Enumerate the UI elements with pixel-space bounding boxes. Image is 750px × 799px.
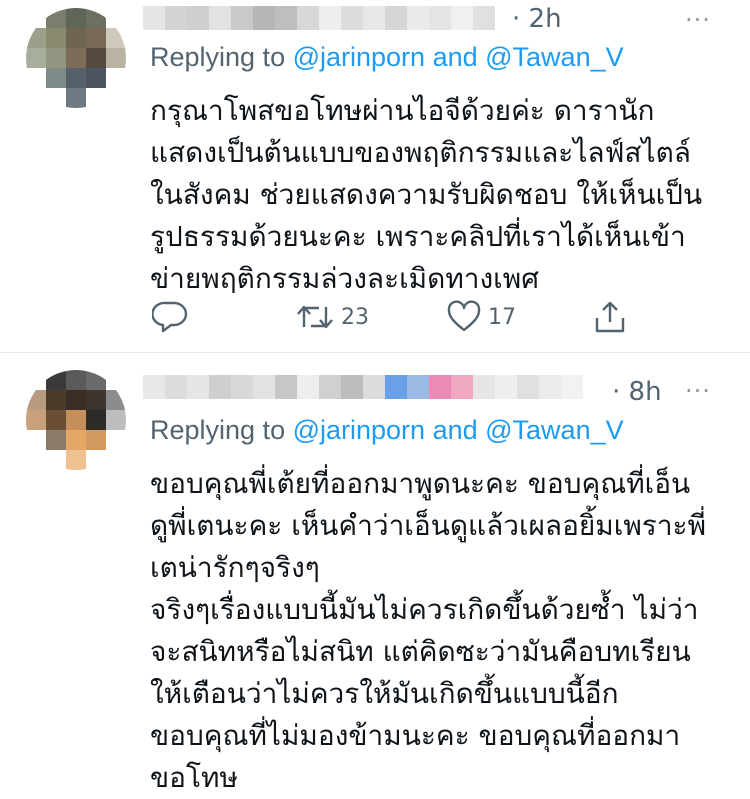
mention-joiner: and <box>425 415 486 445</box>
share-icon <box>595 301 625 333</box>
text-line: จริงๆเรื่องแบบนี้มันไม่ควรเกิดขึ้นด้วยซ้… <box>150 593 699 626</box>
share-button[interactable] <box>593 300 627 334</box>
timestamp[interactable]: · 8h <box>612 377 662 407</box>
tweet-reply[interactable]: · 8h ··· Replying to @jarinporn and @Taw… <box>0 353 750 795</box>
mention-joiner: and <box>425 42 486 72</box>
retweet-button[interactable]: 23 <box>295 300 369 334</box>
replying-prefix: Replying to <box>150 415 293 445</box>
tweet-text: กรุณาโพสขอโทษผ่านไอจีด้วยค่ะ ดารานัก แสด… <box>150 90 730 300</box>
text-line: รูปธรรมด้วยนะคะ เพราะคลิปที่เราได้เห็นเข… <box>150 220 686 253</box>
text-line: เตน่ารักๆจริงๆ <box>150 551 320 584</box>
tweet-actions: 23 17 <box>150 300 630 340</box>
display-name-blurred[interactable] <box>143 6 495 30</box>
text-line: ขอโทษ <box>150 761 238 794</box>
replying-to: Replying to @jarinporn and @Tawan_V <box>150 42 624 73</box>
timestamp[interactable]: · 2h <box>512 4 562 34</box>
mention-link[interactable]: @Tawan_V <box>485 415 623 445</box>
replying-prefix: Replying to <box>150 42 293 72</box>
text-line: ให้เตือนว่าไม่ควรให้มันเกิดขึ้นแบบนี้อีก <box>150 677 619 710</box>
text-line: ดูพี่เตนะคะ เห็นคำว่าเอ็นดูแล้วเผลอยิ้มเ… <box>150 509 707 542</box>
tweet-text: ขอบคุณพี่เต้ยที่ออกมาพูดนะคะ ขอบคุณที่เอ… <box>150 463 730 799</box>
more-options-icon[interactable]: ··· <box>685 6 711 34</box>
more-options-icon[interactable]: ··· <box>685 377 711 405</box>
retweet-icon <box>297 305 333 329</box>
mention-link[interactable]: @jarinporn <box>293 42 425 72</box>
avatar[interactable] <box>26 370 126 470</box>
reply-icon <box>152 301 188 333</box>
like-button[interactable]: 17 <box>446 300 516 334</box>
text-line: ขอบคุณที่ไม่มองข้ามนะคะ ขอบคุณที่ออกมา <box>150 719 681 752</box>
text-line: กรุณาโพสขอโทษผ่านไอจีด้วยค่ะ ดารานัก <box>150 94 655 127</box>
text-line: จะสนิทหรือไม่สนิท แต่คิดซะว่ามันคือบทเรี… <box>150 635 691 668</box>
reply-button[interactable] <box>152 300 188 334</box>
retweet-count: 23 <box>341 304 369 330</box>
like-count: 17 <box>488 304 516 330</box>
text-line: ขอบคุณพี่เต้ยที่ออกมาพูดนะคะ ขอบคุณที่เอ… <box>150 467 691 500</box>
heart-icon <box>447 300 481 332</box>
mention-link[interactable]: @jarinporn <box>293 415 425 445</box>
avatar[interactable] <box>26 8 126 108</box>
text-line: ในสังคม ช่วยแสดงความรับผิดชอบ ให้เห็นเป็… <box>150 178 703 211</box>
replying-to: Replying to @jarinporn and @Tawan_V <box>150 415 624 446</box>
mention-link[interactable]: @Tawan_V <box>485 42 623 72</box>
text-line: ข่ายพฤติกรรมล่วงละเมิดทางเพศ <box>150 262 539 295</box>
display-name-blurred[interactable] <box>143 375 583 399</box>
text-line: แสดงเป็นต้นแบบของพฤติกรรมและไลฟ์สไตล์ <box>150 136 691 169</box>
tweet-reply[interactable]: · 2h ··· Replying to @jarinporn and @Taw… <box>0 0 750 352</box>
